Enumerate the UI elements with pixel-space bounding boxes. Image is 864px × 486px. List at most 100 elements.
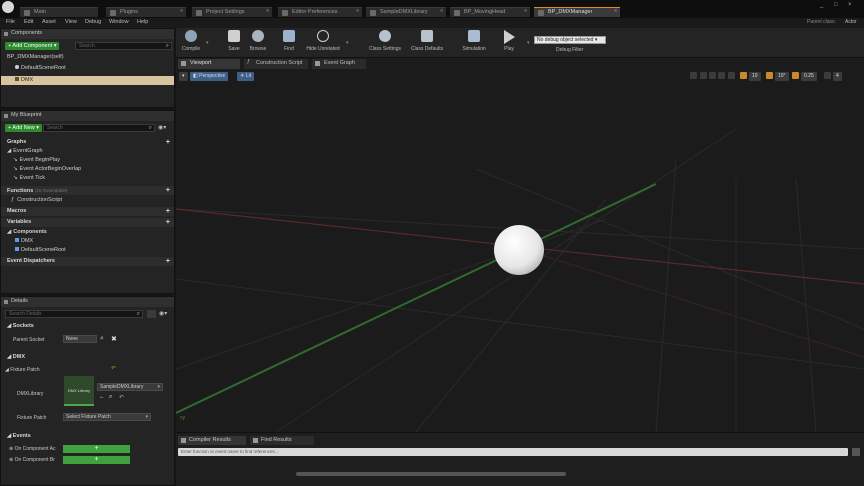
collapse-arrow-icon[interactable]: ◢ <box>7 433 11 439</box>
menu-edit[interactable]: Edit <box>24 19 33 25</box>
component-item-self[interactable]: BP_DMXManager(self) <box>1 53 174 62</box>
rotation-snap-value[interactable]: 10° <box>775 72 789 81</box>
dmx-section[interactable]: ◢ DMX <box>1 353 174 362</box>
components-category[interactable]: ◢ Components <box>1 228 174 237</box>
component-item-default-scene-root[interactable]: DefaultSceneRoot <box>1 64 174 73</box>
tab-main[interactable]: Main <box>20 7 98 17</box>
viewport[interactable]: ▾ ◧ Perspective ☀ Lit 10 10° 0.25 4 xy <box>176 69 864 432</box>
property-matrix-icon[interactable] <box>147 310 156 318</box>
close-icon[interactable]: x <box>266 8 269 14</box>
fixture-patch-dropdown[interactable]: Select Fixture Patch ▾ <box>63 413 151 421</box>
parent-class-value[interactable]: Actor <box>845 19 857 25</box>
rotate-icon[interactable] <box>709 72 716 79</box>
expand-arrow-icon[interactable]: ◢ <box>7 148 11 154</box>
camera-speed-icon[interactable] <box>824 72 831 79</box>
translate-icon[interactable] <box>700 72 707 79</box>
maximize-button[interactable]: □ <box>834 2 838 8</box>
event-item[interactable]: ↘ Event Tick <box>1 174 174 183</box>
close-icon[interactable]: x <box>180 8 183 14</box>
graph-item-event-graph[interactable]: ◢ EventGraph <box>1 147 174 156</box>
macros-section[interactable]: Macros + <box>1 207 174 216</box>
select-mode-icon[interactable] <box>690 72 697 79</box>
collapse-arrow-icon[interactable]: ◢ <box>7 354 11 360</box>
expand-arrow-icon[interactable]: ◢ <box>7 229 11 235</box>
menu-asset[interactable]: Asset <box>42 19 56 25</box>
tab-viewport[interactable]: Viewport <box>178 59 240 69</box>
sockets-section[interactable]: ◢ Sockets <box>1 322 174 331</box>
simulation-button[interactable]: Simulation <box>459 30 489 52</box>
search-socket-icon[interactable]: ⌕ <box>100 335 104 343</box>
menu-help[interactable]: Help <box>137 19 148 25</box>
close-icon[interactable]: x <box>356 8 359 14</box>
event-item[interactable]: ↘ Event BeginPlay <box>1 156 174 165</box>
tab-sample-dmx-library[interactable]: SampleDMXLibrary x <box>366 7 446 17</box>
scale-icon[interactable] <box>718 72 725 79</box>
search-icon[interactable]: ⌕ <box>840 448 844 456</box>
scale-snap-value[interactable]: 0.25 <box>801 72 817 81</box>
components-search-input[interactable]: Search ⌕ <box>75 42 172 50</box>
tab-bp-dmx-manager[interactable]: BP_DMXManager x <box>534 7 620 17</box>
function-item-construction-script[interactable]: ƒ ConstructionScript <box>1 196 174 205</box>
scale-snap-icon[interactable] <box>792 72 799 79</box>
variable-item-dmx[interactable]: DMX <box>1 237 174 246</box>
compile-button[interactable]: Compile <box>176 30 206 52</box>
blueprint-search-input[interactable]: Search ⌕ <box>43 124 155 132</box>
tab-project-settings[interactable]: Project Settings x <box>192 7 272 17</box>
menu-view[interactable]: View <box>65 19 77 25</box>
view-options-icon[interactable]: ◉▾ <box>159 310 167 317</box>
close-icon[interactable]: x <box>524 8 527 14</box>
add-icon[interactable]: + <box>166 138 170 147</box>
rotation-snap-icon[interactable] <box>766 72 773 79</box>
add-icon[interactable]: + <box>166 207 170 216</box>
tab-editor-preferences[interactable]: Editor Preferences x <box>278 7 362 17</box>
tab-construction-script[interactable]: ƒ Construction Script <box>244 59 308 69</box>
chevron-down-icon[interactable]: ▾ <box>527 40 530 46</box>
tab-plugins[interactable]: Plugins x <box>106 7 186 17</box>
dmx-library-dropdown[interactable]: SampleDMXLibrary ▾ <box>97 383 163 391</box>
event-dispatchers-section[interactable]: Event Dispatchers + <box>1 257 174 266</box>
dmx-library-thumbnail[interactable]: DMX Library <box>64 376 94 406</box>
use-selected-icon[interactable]: ← <box>99 394 105 400</box>
close-icon[interactable]: x <box>440 8 443 14</box>
find-button[interactable]: Find <box>274 30 304 52</box>
play-button[interactable]: Play <box>494 30 524 52</box>
viewport-options-button[interactable]: ▾ <box>179 72 188 81</box>
hide-unrelated-button[interactable]: Hide Unrelated <box>306 30 340 52</box>
add-new-button[interactable]: + Add New ▾ <box>5 124 43 132</box>
camera-speed-value[interactable]: 4 <box>833 72 842 81</box>
reset-to-default-icon[interactable]: ↶ <box>119 394 124 401</box>
class-settings-button[interactable]: Class Settings <box>367 30 403 52</box>
lit-button[interactable]: ☀ Lit <box>237 72 255 81</box>
find-in-all-blueprints-icon[interactable] <box>852 448 860 456</box>
reset-icon[interactable]: ↶ <box>111 365 116 372</box>
view-options-icon[interactable]: ◉▾ <box>158 124 166 131</box>
add-event-button[interactable]: + <box>63 445 130 453</box>
component-item-dmx[interactable]: DMX <box>1 76 174 85</box>
perspective-button[interactable]: ◧ Perspective <box>190 72 229 81</box>
unreal-logo-icon[interactable] <box>2 1 14 13</box>
tab-bp-moving-head[interactable]: BP_MovingHead x <box>450 7 530 17</box>
add-component-button[interactable]: + Add Component ▾ <box>5 42 60 50</box>
collapse-arrow-icon[interactable]: ◢ <box>7 323 11 329</box>
functions-section[interactable]: Functions (16 Overridable) + <box>1 186 174 195</box>
chevron-down-icon[interactable]: ▾ <box>206 40 209 46</box>
browse-button[interactable]: Browse <box>243 30 273 52</box>
tab-find-results[interactable]: Find Results <box>250 436 314 445</box>
clear-icon[interactable]: ✖ <box>111 335 117 343</box>
add-icon[interactable]: + <box>166 186 170 195</box>
events-section[interactable]: ◢ Events <box>1 432 174 441</box>
graphs-section[interactable]: Graphs + <box>1 138 174 147</box>
sphere-mesh[interactable] <box>494 225 544 275</box>
tab-compiler-results[interactable]: Compiler Results <box>178 436 246 445</box>
fixture-patch-category-label[interactable]: ◢ Fixture Patch <box>5 367 40 373</box>
class-defaults-button[interactable]: Class Defaults <box>409 30 445 52</box>
add-event-button[interactable]: + <box>63 456 130 464</box>
tab-event-graph[interactable]: Event Graph <box>312 59 366 69</box>
menu-debug[interactable]: Debug <box>85 19 101 25</box>
variables-section[interactable]: Variables + <box>1 218 174 227</box>
menu-file[interactable]: File <box>6 19 15 25</box>
event-item[interactable]: ↘ Event ActorBeginOverlap <box>1 165 174 174</box>
collapse-arrow-icon[interactable]: ◢ <box>5 367 9 373</box>
details-search-input[interactable]: Search Details ⌕ <box>5 310 143 318</box>
horizontal-scrollbar[interactable] <box>296 472 566 476</box>
